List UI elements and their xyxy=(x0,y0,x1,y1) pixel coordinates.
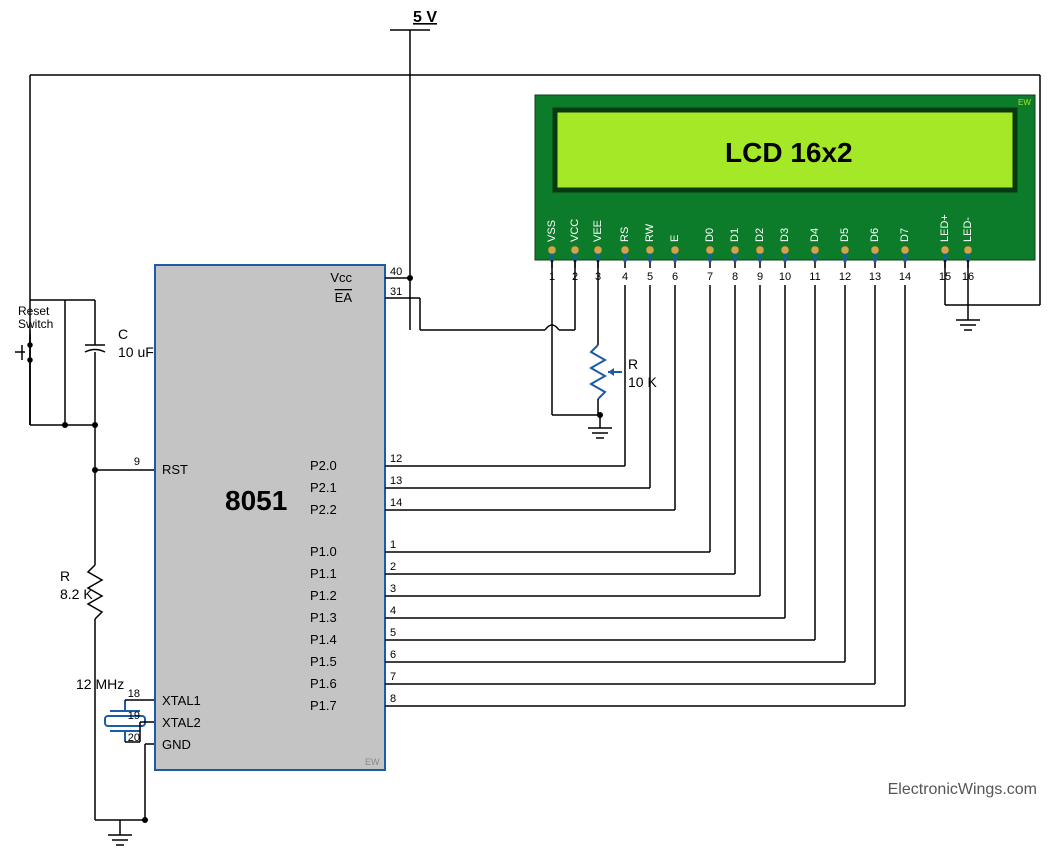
svg-text:EW: EW xyxy=(365,757,380,767)
svg-text:P1.2: P1.2 xyxy=(310,588,337,603)
svg-text:10: 10 xyxy=(779,271,791,283)
capacitor-c-value: 10 uF xyxy=(118,344,154,360)
svg-text:D0: D0 xyxy=(704,228,716,242)
reset-switch-label: Reset Switch xyxy=(18,305,53,331)
svg-text:RW: RW xyxy=(644,223,656,242)
svg-text:D1: D1 xyxy=(729,228,741,242)
svg-text:VEE: VEE xyxy=(592,220,604,242)
svg-text:5: 5 xyxy=(647,271,653,283)
svg-text:2: 2 xyxy=(390,561,396,573)
svg-text:XTAL2: XTAL2 xyxy=(162,715,201,730)
svg-text:VCC: VCC xyxy=(569,219,581,242)
circuit-diagram: 5 V xyxy=(0,0,1053,854)
svg-text:18: 18 xyxy=(128,688,140,700)
svg-text:RS: RS xyxy=(619,227,631,242)
svg-text:9: 9 xyxy=(757,271,763,283)
svg-text:40: 40 xyxy=(390,266,402,278)
svg-text:5: 5 xyxy=(390,627,396,639)
watermark: ElectronicWings.com xyxy=(888,781,1037,799)
svg-text:13: 13 xyxy=(390,475,402,487)
svg-text:GND: GND xyxy=(162,737,191,752)
svg-text:4: 4 xyxy=(622,271,628,283)
svg-text:D7: D7 xyxy=(899,228,911,242)
svg-text:1: 1 xyxy=(390,539,396,551)
svg-text:D2: D2 xyxy=(754,228,766,242)
svg-text:6: 6 xyxy=(672,271,678,283)
svg-text:19: 19 xyxy=(128,710,140,722)
resistor-r1-label: R xyxy=(60,568,70,584)
svg-text:11: 11 xyxy=(809,271,820,283)
svg-text:P2.2: P2.2 xyxy=(310,502,337,517)
svg-text:31: 31 xyxy=(390,286,402,298)
svg-text:14: 14 xyxy=(390,497,402,509)
svg-text:7: 7 xyxy=(707,271,713,283)
svg-text:P1.6: P1.6 xyxy=(310,676,337,691)
svg-text:P1.0: P1.0 xyxy=(310,544,337,559)
svg-text:P1.1: P1.1 xyxy=(310,566,337,581)
svg-text:VSS: VSS xyxy=(546,220,558,242)
svg-text:D4: D4 xyxy=(809,228,821,242)
resistor-r2-label: R xyxy=(628,356,638,372)
svg-text:12: 12 xyxy=(839,271,851,283)
svg-text:LED+: LED+ xyxy=(939,214,951,242)
svg-text:P1.3: P1.3 xyxy=(310,610,337,625)
svg-text:6: 6 xyxy=(390,649,396,661)
svg-text:LED-: LED- xyxy=(962,217,974,242)
svg-text:RST: RST xyxy=(162,462,188,477)
svg-text:Vcc: Vcc xyxy=(330,270,352,285)
capacitor-c-label: C xyxy=(118,326,128,342)
svg-text:P2.1: P2.1 xyxy=(310,480,337,495)
svg-text:E: E xyxy=(669,235,681,242)
svg-text:13: 13 xyxy=(869,271,881,283)
svg-text:8: 8 xyxy=(732,271,738,283)
svg-text:P2.0: P2.0 xyxy=(310,458,337,473)
svg-text:9: 9 xyxy=(134,456,140,468)
svg-text:D6: D6 xyxy=(869,228,881,242)
svg-text:7: 7 xyxy=(390,671,396,683)
svg-text:LCD 16x2: LCD 16x2 xyxy=(725,137,853,168)
svg-text:P1.5: P1.5 xyxy=(310,654,337,669)
svg-text:12: 12 xyxy=(390,453,402,465)
crystal-value: 12 MHz xyxy=(76,676,124,692)
svg-text:4: 4 xyxy=(390,605,396,617)
svg-text:14: 14 xyxy=(899,271,911,283)
svg-text:D3: D3 xyxy=(779,228,791,242)
svg-text:8051: 8051 xyxy=(225,485,287,516)
svg-text:EW: EW xyxy=(1018,98,1031,107)
svg-text:D5: D5 xyxy=(839,228,851,242)
svg-text:P1.7: P1.7 xyxy=(310,698,337,713)
resistor-r2-value: 10 K xyxy=(628,374,657,390)
svg-text:EA: EA xyxy=(335,290,353,305)
svg-text:XTAL1: XTAL1 xyxy=(162,693,201,708)
svg-text:P1.4: P1.4 xyxy=(310,632,337,647)
svg-text:20: 20 xyxy=(128,732,140,744)
svg-text:3: 3 xyxy=(390,583,396,595)
svg-text:8: 8 xyxy=(390,693,396,705)
svg-text:5 V: 5 V xyxy=(413,9,437,26)
resistor-r1-value: 8.2 K xyxy=(60,586,93,602)
